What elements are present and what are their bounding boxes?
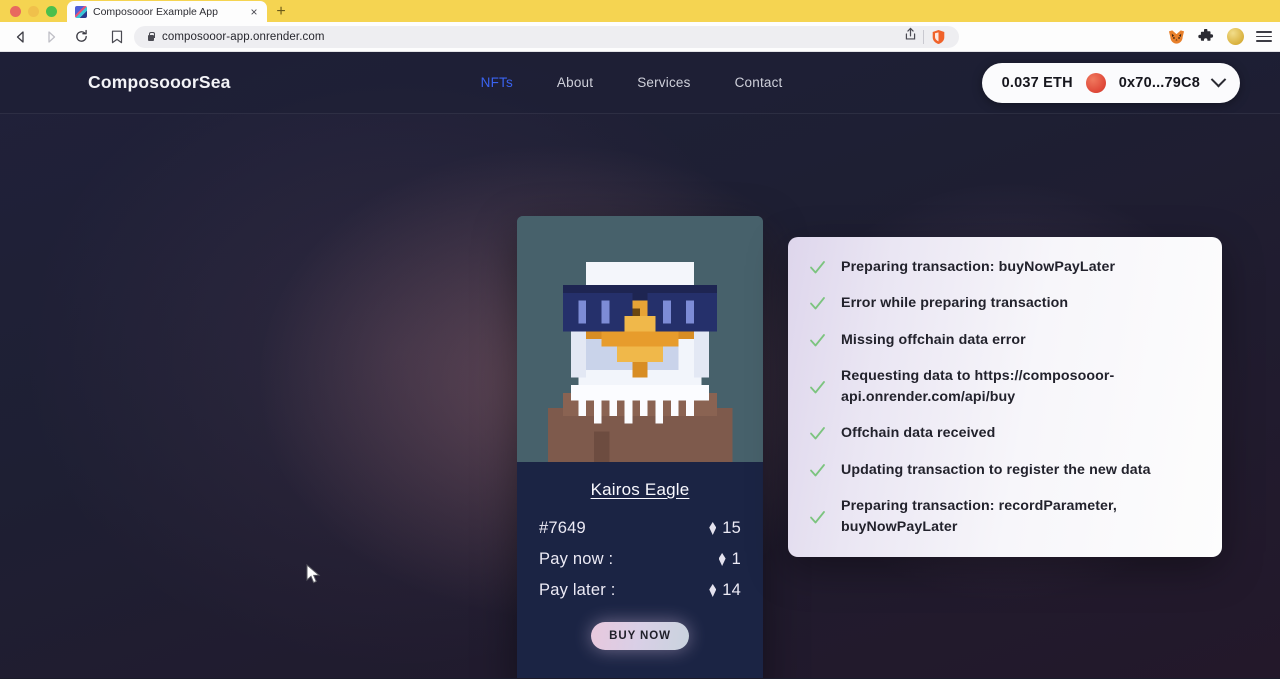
eth-glyph-icon [709,522,717,535]
nft-pay-now-value: 1 [731,550,741,568]
buy-now-button[interactable]: BUY NOW [591,622,689,650]
status-item: Preparing transaction: buyNowPayLater [808,257,1200,278]
status-item: Error while preparing transaction [808,293,1200,314]
nft-pay-later-price: 14 [709,581,741,600]
nft-pay-later-label: Pay later : [539,581,616,599]
nav-item-services[interactable]: Services [637,75,690,90]
status-text: Error while preparing transaction [841,295,1069,312]
nft-token-row: #7649 15 [539,519,741,538]
check-icon [808,424,827,443]
reload-button[interactable] [68,25,94,49]
bookmark-icon[interactable] [108,28,126,46]
wallet-address: 0x70...79C8 [1118,74,1200,91]
wallet-avatar-icon [1085,72,1106,93]
nav-item-contact[interactable]: Contact [735,75,783,90]
site-nav: NFTs About Services Contact [481,75,783,90]
minimize-window-button[interactable] [28,6,39,17]
lock-icon [146,31,155,42]
nft-total-price: 15 [709,519,741,538]
eth-glyph-icon [718,553,726,566]
forward-button[interactable] [38,25,64,49]
status-item: Offchain data received [808,423,1200,444]
check-icon [808,378,827,397]
fox-extension-icon[interactable] [1167,28,1185,46]
wallet-button[interactable]: 0.037 ETH 0x70...79C8 [981,62,1240,103]
puzzle-extensions-icon[interactable] [1197,28,1215,46]
nft-pay-later-row: Pay later : 14 [539,581,741,600]
window-controls [0,6,67,22]
status-text: Missing offchain data error [841,331,1026,348]
mouse-cursor [306,563,322,591]
eth-glyph-icon [709,584,717,597]
nav-item-nfts[interactable]: NFTs [481,75,513,90]
transaction-status-panel: Preparing transaction: buyNowPayLater Er… [788,237,1222,557]
check-icon [808,258,827,277]
nft-total-price-value: 15 [722,519,741,537]
back-button[interactable] [8,25,34,49]
tab-title: Composooor Example App [93,5,218,18]
nft-title[interactable]: Kairos Eagle [539,480,741,500]
hamburger-menu-icon[interactable] [1256,29,1272,45]
check-icon [808,294,827,313]
status-item: Requesting data to https://composooor-ap… [808,366,1200,409]
url-text: composooor-app.onrender.com [162,30,325,43]
browser-tab-strip: Composooor Example App × + [0,0,1280,22]
status-item: Updating transaction to register the new… [808,460,1200,481]
toolbar-divider [923,29,924,44]
status-text: Preparing transaction: recordParameter, … [841,498,1117,536]
status-item: Missing offchain data error [808,330,1200,351]
composooor-favicon-icon [75,5,87,18]
check-icon [808,461,827,480]
browser-tab[interactable]: Composooor Example App × [67,1,267,22]
status-text: Requesting data to https://composooor-ap… [841,367,1115,406]
check-icon [808,508,827,527]
status-text: Updating transaction to register the new… [841,461,1151,478]
nft-details: Kairos Eagle #7649 15 Pay now : 1 Pay la… [517,462,763,678]
status-text: Offchain data received [841,425,996,442]
nft-token-id: #7649 [539,519,586,537]
new-tab-button[interactable]: + [267,1,295,22]
brave-shield-icon[interactable] [930,28,947,46]
page-content: ComposooorSea NFTs About Services Contac… [0,52,1280,678]
maximize-window-button[interactable] [46,6,57,17]
status-text: Preparing transaction: buyNowPayLater [841,259,1116,275]
nft-pay-later-value: 14 [722,581,741,599]
nft-pay-now-price: 1 [718,550,741,569]
check-icon [808,331,827,350]
wallet-balance: 0.037 ETH [1001,74,1073,91]
nft-pay-now-label: Pay now : [539,550,614,568]
share-icon[interactable] [904,27,917,46]
address-bar[interactable]: composooor-app.onrender.com [134,25,959,48]
nft-card[interactable]: Kairos Eagle #7649 15 Pay now : 1 Pay la… [517,216,763,678]
status-item: Preparing transaction: recordParameter, … [808,496,1200,539]
close-tab-icon[interactable]: × [247,5,261,19]
kairos-eagle-pixel-art [517,216,763,462]
nft-pay-now-row: Pay now : 1 [539,550,741,569]
browser-toolbar: composooor-app.onrender.com [0,22,1280,52]
site-header: ComposooorSea NFTs About Services Contac… [0,52,1280,114]
profile-avatar-icon[interactable] [1227,28,1244,45]
chevron-down-icon[interactable] [1210,71,1227,88]
site-logo[interactable]: ComposooorSea [88,72,231,93]
nav-item-about[interactable]: About [557,75,593,90]
close-window-button[interactable] [10,6,21,17]
